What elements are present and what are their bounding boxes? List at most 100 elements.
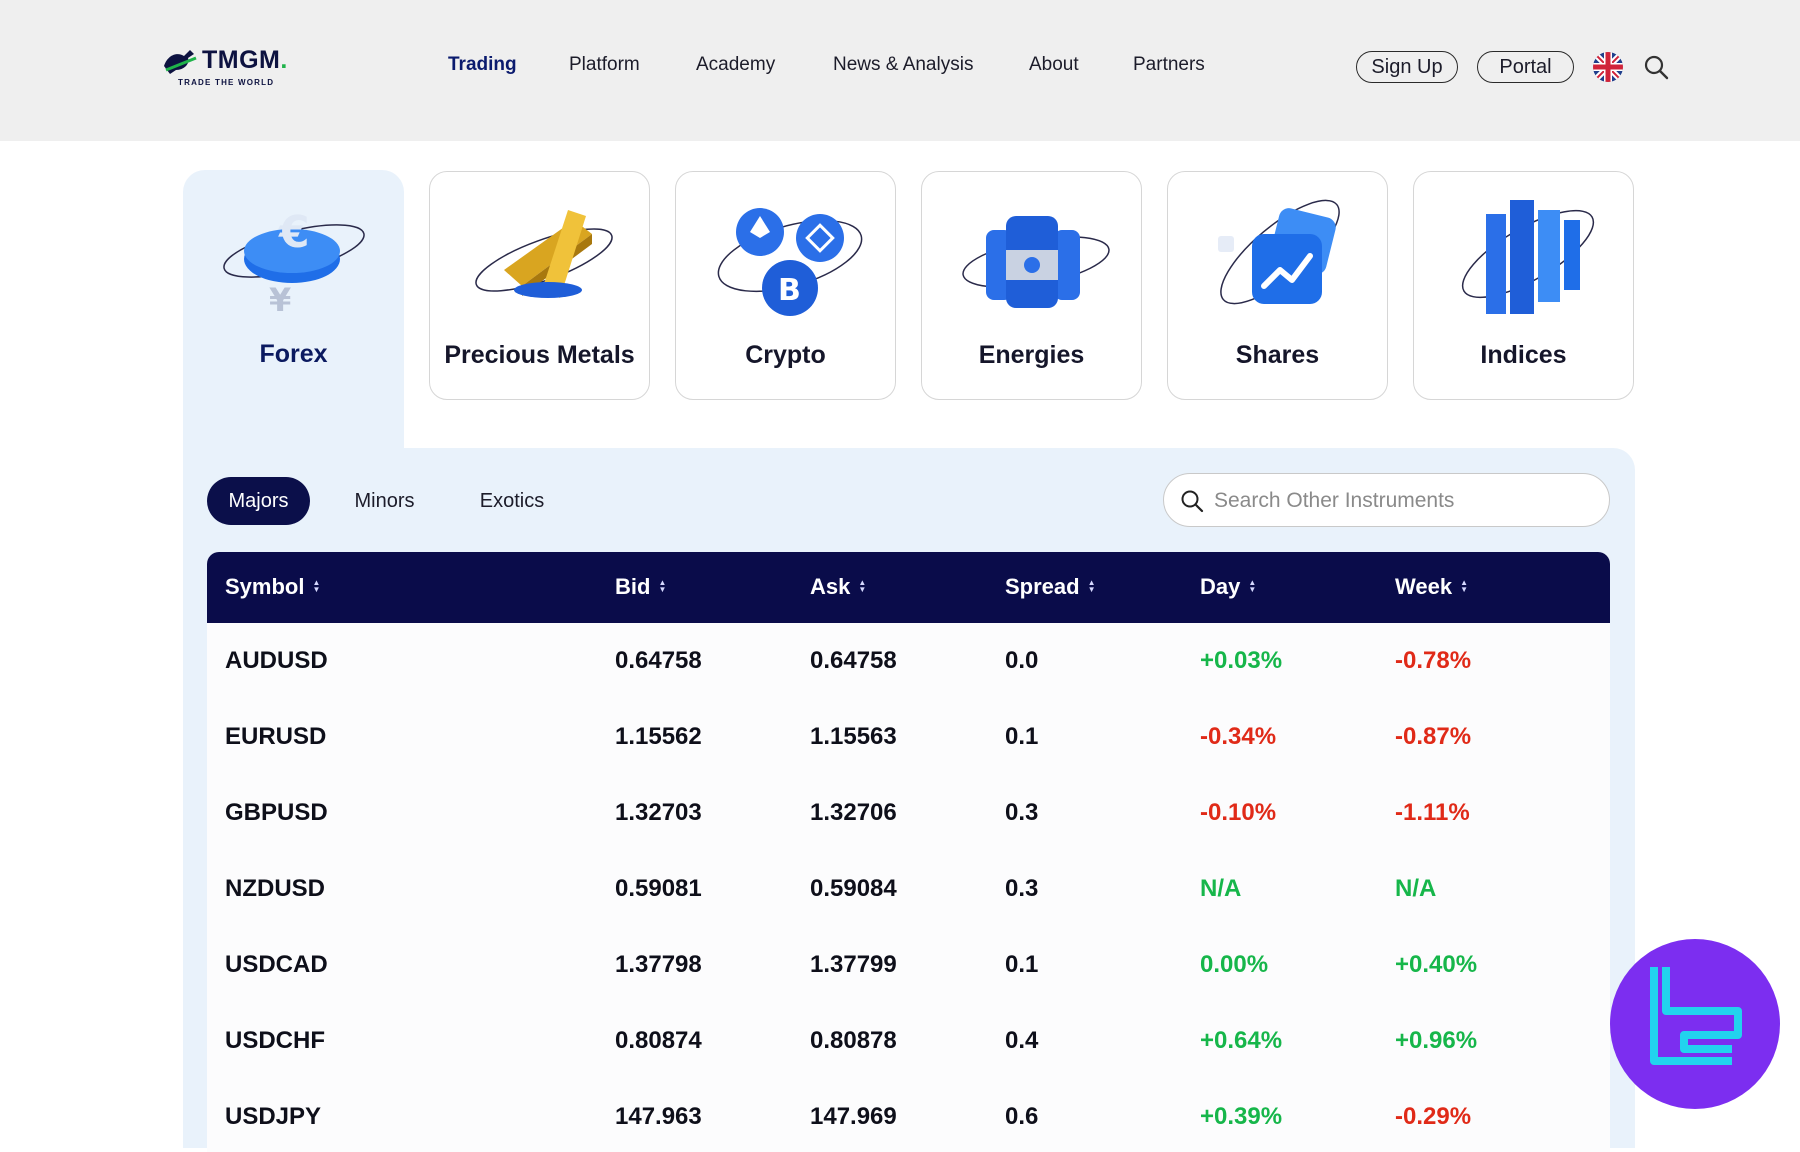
logo-tagline: TRADE THE WORLD xyxy=(178,78,275,87)
nav-trading[interactable]: Trading xyxy=(448,54,517,76)
table-row[interactable]: USDCHF 0.80874 0.80878 0.4 +0.64% +0.96% xyxy=(207,1003,1610,1080)
logo-dot: . xyxy=(280,46,288,74)
gold-bars-icon xyxy=(475,210,613,298)
category-precious-metals[interactable]: Precious Metals xyxy=(429,171,650,400)
tab-minors[interactable]: Minors xyxy=(335,477,434,525)
table-row[interactable]: GBPUSD 1.32703 1.32706 0.3 -0.10% -1.11% xyxy=(207,775,1610,852)
day-change-cell: +0.39% xyxy=(1200,1103,1283,1130)
column-header-ask[interactable]: Ask ▲ ▼ xyxy=(810,574,866,600)
category-label: Precious Metals xyxy=(444,341,635,369)
instrument-search[interactable] xyxy=(1163,473,1610,527)
nav-partners[interactable]: Partners xyxy=(1133,54,1205,76)
sort-icon[interactable]: ▲ ▼ xyxy=(858,579,866,594)
column-header-symbol[interactable]: Symbol ▲ ▼ xyxy=(225,574,320,600)
uk-flag-icon[interactable] xyxy=(1593,52,1623,82)
indices-icon xyxy=(1461,200,1595,314)
sort-icon[interactable]: ▲ ▼ xyxy=(1460,579,1468,594)
ask-cell: 1.15563 xyxy=(810,723,897,750)
table-row[interactable]: USDCAD 1.37798 1.37799 0.1 0.00% +0.40% xyxy=(207,927,1610,1004)
sort-icon[interactable]: ▲ ▼ xyxy=(312,579,320,594)
logo-name: TMGM xyxy=(202,46,281,74)
ask-cell: 0.80878 xyxy=(810,1027,897,1054)
category-label: Energies xyxy=(978,341,1085,369)
symbol-cell: NZDUSD xyxy=(225,875,325,902)
oil-barrels-icon xyxy=(962,216,1110,308)
column-header-spread[interactable]: Spread ▲ ▼ xyxy=(1005,574,1096,600)
table-row[interactable]: AUDUSD 0.64758 0.64758 0.0 +0.03% -0.78% xyxy=(207,623,1610,700)
sign-up-button[interactable]: Sign Up xyxy=(1356,51,1458,83)
table-row[interactable]: EURUSD 1.15562 1.15563 0.1 -0.34% -0.87% xyxy=(207,699,1610,776)
spread-cell: 0.1 xyxy=(1005,723,1039,750)
bid-cell: 1.37798 xyxy=(615,951,702,978)
search-input[interactable] xyxy=(1212,484,1596,518)
shares-icon xyxy=(1218,199,1340,305)
day-change-cell: +0.64% xyxy=(1200,1027,1283,1054)
bid-cell: 1.32703 xyxy=(615,799,702,826)
table-row[interactable]: NZDUSD 0.59081 0.59084 0.3 N/A N/A xyxy=(207,851,1610,928)
category-label: Crypto xyxy=(745,341,826,369)
tab-exotics[interactable]: Exotics xyxy=(460,477,564,525)
nav-academy[interactable]: Academy xyxy=(696,54,775,76)
category-indices[interactable]: Indices xyxy=(1413,171,1634,400)
nav-news-analysis[interactable]: News & Analysis xyxy=(833,54,973,76)
portal-button[interactable]: Portal xyxy=(1477,51,1574,83)
bid-cell: 0.59081 xyxy=(615,875,702,902)
category-crypto[interactable]: B Crypto xyxy=(675,171,896,400)
spread-cell: 0.0 xyxy=(1005,647,1039,674)
nav-platform[interactable]: Platform xyxy=(569,54,640,76)
tc-logo-icon xyxy=(1650,967,1742,1065)
symbol-cell: USDCHF xyxy=(225,1027,325,1054)
spread-cell: 0.6 xyxy=(1005,1103,1039,1130)
spread-cell: 0.4 xyxy=(1005,1027,1039,1054)
ask-cell: 1.37799 xyxy=(810,951,897,978)
category-label: Shares xyxy=(1235,341,1320,369)
tmgm-logo[interactable]: TMGM. TRADE THE WORLD xyxy=(160,44,300,92)
ask-cell: 0.64758 xyxy=(810,647,897,674)
nav-about[interactable]: About xyxy=(1029,54,1079,76)
tc-badge xyxy=(1610,939,1780,1109)
symbol-cell: GBPUSD xyxy=(225,799,328,826)
day-change-cell: N/A xyxy=(1200,875,1242,902)
ask-cell: 0.59084 xyxy=(810,875,897,902)
ask-cell: 1.32706 xyxy=(810,799,897,826)
spread-cell: 0.1 xyxy=(1005,951,1039,978)
sort-icon[interactable]: ▲ ▼ xyxy=(658,579,666,594)
week-change-cell: N/A xyxy=(1395,875,1437,902)
bull-logo-icon xyxy=(164,50,197,74)
spread-cell: 0.3 xyxy=(1005,799,1039,826)
day-change-cell: 0.00% xyxy=(1200,951,1269,978)
day-change-cell: -0.34% xyxy=(1200,723,1277,750)
table-header: Symbol ▲ ▼ Bid ▲ ▼ Ask ▲ ▼ Spread ▲ ▼ Day ▲ ▼ Week… xyxy=(207,552,1610,623)
category-energies[interactable]: Energies xyxy=(921,171,1142,400)
bid-cell: 1.15562 xyxy=(615,723,702,750)
svg-text:¥: ¥ xyxy=(269,281,291,319)
search-icon xyxy=(1181,490,1204,513)
spread-cell: 0.3 xyxy=(1005,875,1039,902)
quotes-table: Symbol ▲ ▼ Bid ▲ ▼ Ask ▲ ▼ Spread ▲ ▼ Day ▲ ▼ Week… xyxy=(207,552,1610,1152)
sort-icon[interactable]: ▲ ▼ xyxy=(1248,579,1256,594)
day-change-cell: -0.10% xyxy=(1200,799,1277,826)
search-icon[interactable] xyxy=(1643,54,1669,80)
bid-cell: 0.80874 xyxy=(615,1027,702,1054)
week-change-cell: +0.40% xyxy=(1395,951,1478,978)
week-change-cell: -0.78% xyxy=(1395,647,1472,674)
svg-text:€: € xyxy=(278,207,310,258)
column-header-week[interactable]: Week ▲ ▼ xyxy=(1395,574,1468,600)
crypto-coins-icon: B xyxy=(717,208,863,316)
category-forex[interactable]: € ¥ Forex xyxy=(183,171,404,400)
table-row[interactable]: USDJPY 147.963 147.969 0.6 +0.39% -0.29% xyxy=(207,1079,1610,1152)
week-change-cell: +0.96% xyxy=(1395,1027,1478,1054)
forex-icon: € ¥ xyxy=(223,207,365,319)
column-header-day[interactable]: Day ▲ ▼ xyxy=(1200,574,1256,600)
category-shares[interactable]: Shares xyxy=(1167,171,1388,400)
category-label: Forex xyxy=(259,340,328,368)
column-header-bid[interactable]: Bid ▲ ▼ xyxy=(615,574,666,600)
sort-icon[interactable]: ▲ ▼ xyxy=(1088,579,1096,594)
tab-majors[interactable]: Majors xyxy=(207,477,310,525)
day-change-cell: +0.03% xyxy=(1200,647,1283,674)
symbol-cell: USDJPY xyxy=(225,1103,322,1130)
symbol-cell: EURUSD xyxy=(225,723,327,750)
week-change-cell: -0.29% xyxy=(1395,1103,1472,1130)
bid-cell: 147.963 xyxy=(615,1103,702,1130)
week-change-cell: -0.87% xyxy=(1395,723,1472,750)
